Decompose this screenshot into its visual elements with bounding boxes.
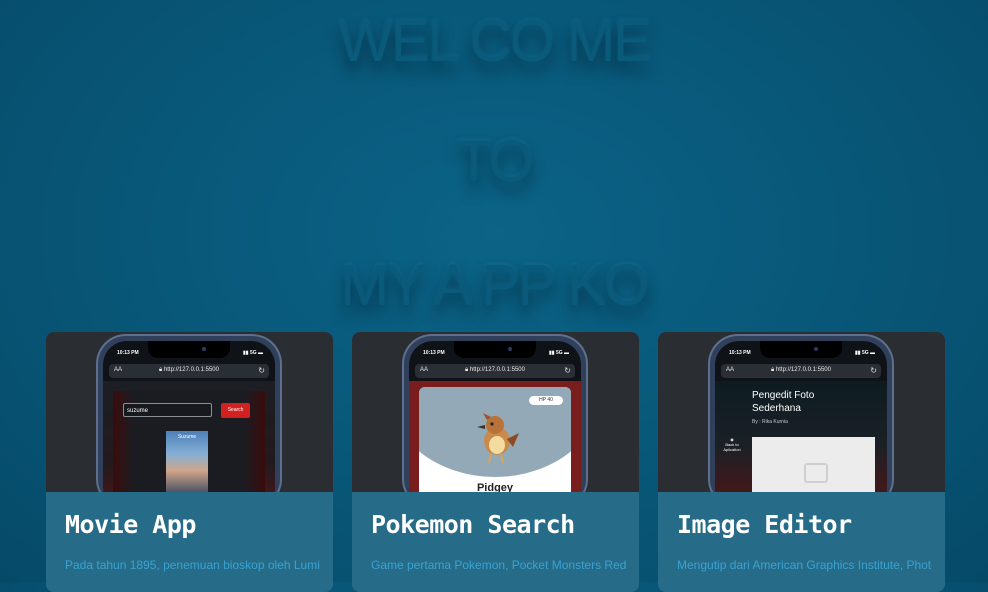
hero-title-line-2: TO: [456, 129, 534, 194]
phone-screen: 10:13 PM ▮▮ 5G ▬ AA 🔒︎ http://127.0.0.1:…: [103, 341, 275, 492]
url-value: http://127.0.0.1:5500: [775, 367, 831, 373]
status-time: 10:13 PM: [117, 350, 139, 356]
card-preview-image: 10:13 PM ▮▮ 5G ▬ AA 🔒︎ http://127.0.0.1:…: [46, 332, 333, 492]
url-text: 🔒︎ http://127.0.0.1:5500: [109, 367, 269, 374]
phone-screen: 10:13 PM ▮▮ 5G ▬ AA 🔒︎ http://127.0.0.1:…: [409, 341, 581, 492]
camera-icon: [814, 347, 818, 351]
card-title: Movie App: [65, 510, 196, 539]
card-description: Mengutip dari American Graphics Institut…: [677, 558, 932, 572]
hp-badge: HP 40: [529, 396, 563, 405]
pidgey-image: [477, 413, 519, 464]
signal-label: 5G: [861, 350, 869, 356]
phone-notch: [760, 341, 842, 358]
camera-icon: [202, 347, 206, 351]
image-placeholder-icon: [804, 463, 828, 483]
card-body: Movie App Pada tahun 1895, penemuan bios…: [46, 492, 333, 592]
image-editor-page: Pengedit Foto Sederhana By : Rika Kurnia…: [715, 381, 887, 492]
camera-icon: [508, 347, 512, 351]
status-signal: ▮▮ 5G ▬: [855, 350, 875, 356]
card-body: Image Editor Mengutip dari American Grap…: [658, 492, 945, 592]
movie-poster: Suzume: [166, 431, 208, 492]
phone-mockup: 10:13 PM ▮▮ 5G ▬ AA 🔒︎ http://127.0.0.1:…: [96, 334, 282, 492]
signal-label: 5G: [555, 350, 563, 356]
signal-label: 5G: [249, 350, 257, 356]
phone-screen: 10:13 PM ▮▮ 5G ▬ AA 🔒︎ http://127.0.0.1:…: [715, 341, 887, 492]
browser-url-bar: AA 🔒︎ http://127.0.0.1:5500 ↻: [721, 364, 881, 378]
back-label: Back to Aplication: [723, 442, 741, 452]
movie-app-page: suzume Search Suzume: [103, 381, 275, 492]
card-description: Pada tahun 1895, penemuan bioskop oleh L…: [65, 558, 320, 572]
card-title: Pokemon Search: [371, 510, 575, 539]
phone-mockup: 10:13 PM ▮▮ 5G ▬ AA 🔒︎ http://127.0.0.1:…: [708, 334, 894, 492]
url-text: 🔒︎ http://127.0.0.1:5500: [721, 367, 881, 374]
browser-url-bar: AA 🔒︎ http://127.0.0.1:5500 ↻: [415, 364, 575, 378]
poster-title: Suzume: [177, 434, 197, 440]
battery-icon: ▬: [256, 350, 263, 356]
reload-icon: ↻: [564, 366, 571, 375]
back-to-application: ◉ Back to Aplication: [717, 437, 747, 452]
card-title: Image Editor: [677, 510, 852, 539]
status-signal: ▮▮ 5G ▬: [549, 350, 569, 356]
reload-icon: ↻: [870, 366, 877, 375]
project-card-image-editor[interactable]: 10:13 PM ▮▮ 5G ▬ AA 🔒︎ http://127.0.0.1:…: [658, 332, 945, 592]
status-signal: ▮▮ 5G ▬: [243, 350, 263, 356]
movie-search-button: Search: [221, 403, 250, 418]
editor-author: By : Rika Kurnia: [752, 419, 788, 425]
movie-app-panel: suzume Search Suzume: [113, 391, 265, 492]
status-time: 10:13 PM: [729, 350, 751, 356]
phone-notch: [148, 341, 230, 358]
signal-icon: ▮▮: [243, 350, 250, 356]
url-value: http://127.0.0.1:5500: [163, 367, 219, 373]
image-preview-area: [752, 437, 875, 492]
battery-icon: ▬: [562, 350, 569, 356]
card-body: Pokemon Search Game pertama Pokemon, Poc…: [352, 492, 639, 592]
pokemon-name: Pidgey: [476, 482, 514, 492]
movie-search-input: suzume: [123, 403, 212, 417]
status-time: 10:13 PM: [423, 350, 445, 356]
hero: WEL CO ME TO MY A PP KO: [0, 0, 988, 330]
pokemon-app-page: HP 40 Pidgey: [409, 381, 581, 492]
project-card-pokemon-search[interactable]: 10:13 PM ▮▮ 5G ▬ AA 🔒︎ http://127.0.0.1:…: [352, 332, 639, 592]
hero-title-line-1: WEL CO ME: [338, 9, 652, 74]
url-value: http://127.0.0.1:5500: [469, 367, 525, 373]
signal-icon: ▮▮: [855, 350, 862, 356]
signal-icon: ▮▮: [549, 350, 556, 356]
card-preview-image: 10:13 PM ▮▮ 5G ▬ AA 🔒︎ http://127.0.0.1:…: [658, 332, 945, 492]
reload-icon: ↻: [258, 366, 265, 375]
url-text: 🔒︎ http://127.0.0.1:5500: [415, 367, 575, 374]
project-card-movie-app[interactable]: 10:13 PM ▮▮ 5G ▬ AA 🔒︎ http://127.0.0.1:…: [46, 332, 333, 592]
phone-notch: [454, 341, 536, 358]
card-preview-image: 10:13 PM ▮▮ 5G ▬ AA 🔒︎ http://127.0.0.1:…: [352, 332, 639, 492]
phone-mockup: 10:13 PM ▮▮ 5G ▬ AA 🔒︎ http://127.0.0.1:…: [402, 334, 588, 492]
pokemon-card: HP 40 Pidgey: [419, 387, 571, 492]
hero-title-line-3: MY A PP KO: [340, 253, 650, 318]
battery-icon: ▬: [868, 350, 875, 356]
browser-url-bar: AA 🔒︎ http://127.0.0.1:5500 ↻: [109, 364, 269, 378]
card-description: Game pertama Pokemon, Pocket Monsters Re…: [371, 558, 626, 572]
editor-app-title: Pengedit Foto Sederhana: [752, 390, 815, 414]
